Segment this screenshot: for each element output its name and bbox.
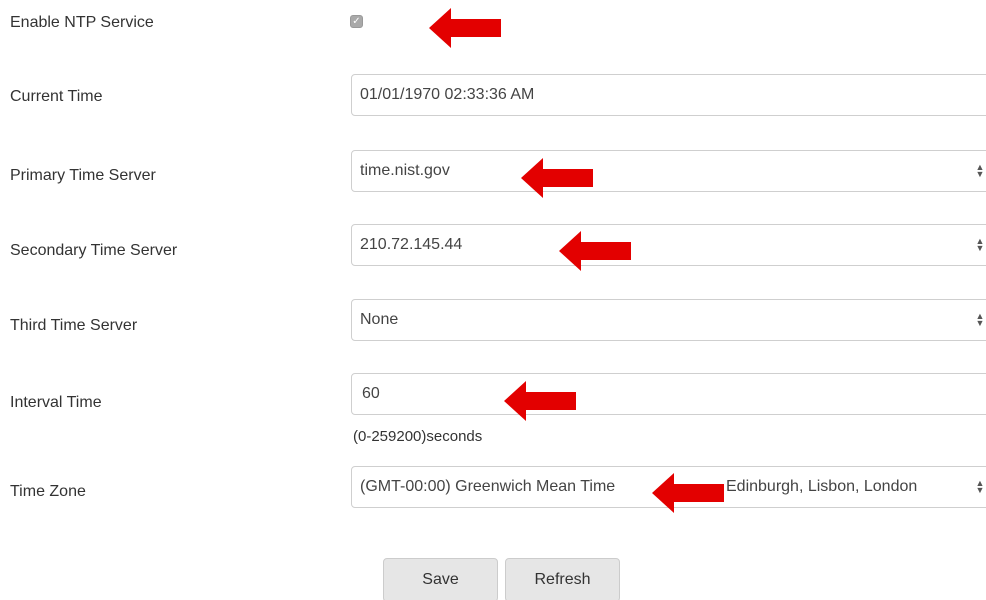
- third-time-server-value: None: [360, 311, 399, 328]
- updown-chevron-icon: ▲ ▼: [975, 311, 985, 328]
- interval-range-hint: (0-259200)seconds: [353, 428, 483, 445]
- secondary-time-server-select[interactable]: 210.72.145.44: [351, 224, 986, 266]
- third-time-server-label: Third Time Server: [10, 317, 138, 334]
- secondary-time-server-label: Secondary Time Server: [10, 242, 178, 259]
- red-arrow-icon: [559, 231, 631, 271]
- primary-time-server-label: Primary Time Server: [10, 167, 156, 184]
- current-time-value: 01/01/1970 02:33:36 AM: [360, 86, 535, 103]
- ntp-settings-page: Enable NTP Service ✓ Current Time 01/01/…: [0, 0, 986, 600]
- primary-time-server-select[interactable]: time.nist.gov: [351, 150, 986, 192]
- refresh-button[interactable]: Refresh: [505, 558, 620, 600]
- time-zone-value-part2: Edinburgh, Lisbon, London: [726, 478, 918, 495]
- enable-ntp-label: Enable NTP Service: [10, 14, 154, 31]
- red-arrow-icon: [652, 473, 724, 513]
- updown-chevron-icon: ▲ ▼: [975, 162, 985, 179]
- interval-time-value: 60: [362, 385, 380, 402]
- secondary-time-server-value: 210.72.145.44: [360, 236, 463, 253]
- interval-time-label: Interval Time: [10, 394, 102, 411]
- third-time-server-select[interactable]: None: [351, 299, 986, 341]
- time-zone-value-part1: (GMT-00:00) Greenwich Mean Time: [360, 478, 616, 495]
- enable-ntp-checkbox[interactable]: ✓: [350, 15, 363, 28]
- red-arrow-icon: [429, 8, 501, 48]
- current-time-field: 01/01/1970 02:33:36 AM: [351, 74, 986, 116]
- updown-chevron-icon: ▲ ▼: [975, 478, 985, 495]
- red-arrow-icon: [504, 381, 576, 421]
- red-arrow-icon: [521, 158, 593, 198]
- checkmark-icon: ✓: [352, 16, 361, 27]
- interval-time-input[interactable]: 60: [351, 373, 986, 415]
- updown-chevron-icon: ▲ ▼: [975, 236, 985, 253]
- save-button[interactable]: Save: [383, 558, 498, 600]
- primary-time-server-value: time.nist.gov: [360, 162, 450, 179]
- current-time-label: Current Time: [10, 88, 103, 105]
- time-zone-label: Time Zone: [10, 483, 86, 500]
